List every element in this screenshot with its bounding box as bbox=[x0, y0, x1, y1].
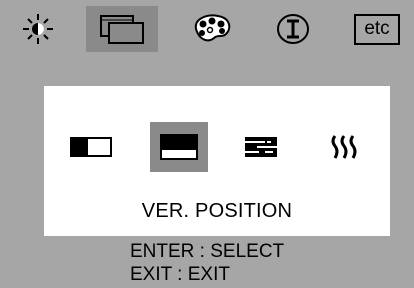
geometry-submenu-panel: VER. POSITION bbox=[44, 86, 390, 236]
tab-geometry[interactable] bbox=[86, 6, 158, 52]
brightness-icon bbox=[23, 14, 53, 44]
enter-hint: ENTER : SELECT bbox=[130, 241, 285, 262]
submenu-horizontal-position[interactable] bbox=[60, 122, 122, 172]
exit-hint: EXIT : EXIT bbox=[130, 264, 230, 285]
color-palette-icon bbox=[194, 14, 231, 42]
phase-icon bbox=[245, 137, 277, 157]
horizontal-position-icon bbox=[70, 137, 112, 157]
submenu-moire[interactable] bbox=[318, 122, 372, 172]
submenu-vertical-position[interactable] bbox=[150, 122, 208, 172]
tab-etc[interactable]: etc bbox=[346, 6, 408, 52]
tab-information[interactable] bbox=[266, 6, 320, 52]
key-hints: ENTER : SELECT EXIT : EXIT bbox=[130, 240, 284, 286]
submenu-caption: VER. POSITION bbox=[141, 200, 293, 222]
moire-icon bbox=[331, 135, 357, 159]
osd-menu-tabs: etc bbox=[0, 0, 414, 58]
information-icon bbox=[277, 14, 309, 44]
geometry-icon bbox=[100, 15, 144, 44]
submenu-phase[interactable] bbox=[234, 122, 288, 172]
vertical-position-icon bbox=[160, 134, 198, 160]
tab-brightness[interactable] bbox=[14, 6, 62, 52]
tab-color[interactable] bbox=[184, 6, 238, 52]
etc-label: etc bbox=[354, 13, 400, 45]
